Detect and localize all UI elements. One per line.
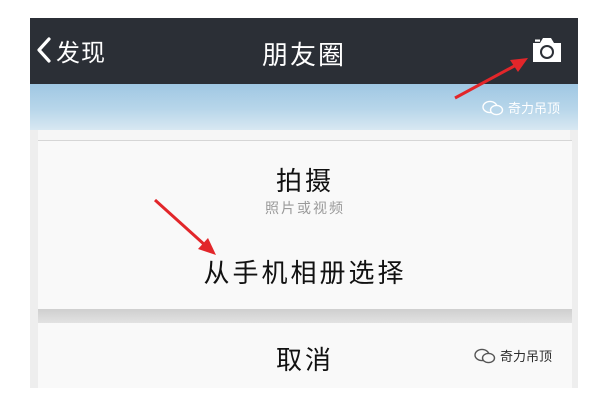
phone-screen: 发现 朋友圈 奇力吊顶 拍摄 照片或视频 从手机相册选择 取消 bbox=[30, 18, 578, 388]
choose-from-album-option[interactable]: 从手机相册选择 bbox=[38, 235, 572, 309]
watermark-text: 奇力吊顶 bbox=[507, 102, 560, 117]
navigation-bar: 发现 朋友圈 bbox=[30, 18, 578, 84]
cancel-separator bbox=[38, 309, 572, 323]
shoot-sublabel: 照片或视频 bbox=[265, 201, 345, 217]
watermark-text: 奇力吊顶 bbox=[500, 350, 553, 365]
shoot-option[interactable]: 拍摄 照片或视频 bbox=[38, 140, 572, 236]
album-label: 从手机相册选择 bbox=[203, 259, 407, 289]
shoot-label: 拍摄 bbox=[275, 167, 334, 197]
camera-button[interactable] bbox=[530, 36, 564, 68]
watermark-bottom: 奇力吊顶 bbox=[474, 346, 552, 365]
sheet-top-gap bbox=[30, 130, 578, 140]
wechat-icon bbox=[482, 100, 504, 115]
sheet-edge-left bbox=[30, 130, 38, 388]
watermark-top: 奇力吊顶 bbox=[482, 98, 560, 117]
cover-image-strip: 奇力吊顶 bbox=[30, 84, 578, 130]
wechat-icon bbox=[474, 348, 496, 363]
camera-icon bbox=[533, 38, 561, 62]
page-title: 朋友圈 bbox=[261, 41, 346, 71]
